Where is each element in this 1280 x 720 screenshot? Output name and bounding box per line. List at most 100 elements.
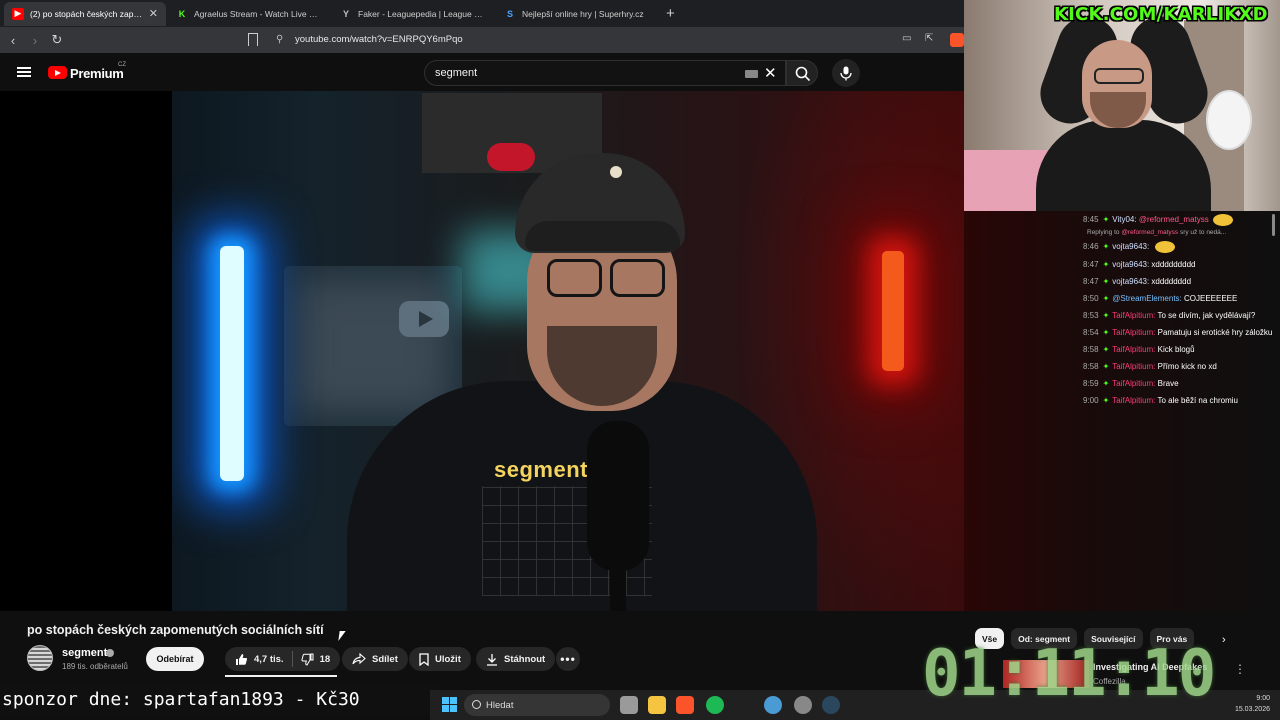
chat-text: COJEEEEEEE — [1183, 294, 1238, 303]
chat-username[interactable]: TaifAlpitium: — [1112, 362, 1157, 371]
more-actions-button[interactable]: ••• — [556, 647, 580, 671]
red-light-tube — [882, 251, 904, 371]
clock-time: 9:00 — [1256, 695, 1270, 702]
youtube-logo-text[interactable]: Premium — [70, 66, 124, 81]
download-button[interactable]: Stáhnout — [476, 647, 556, 671]
chat-reply-context: Replying to @reformed_matyss sry už to n… — [1087, 229, 1273, 236]
like-count[interactable]: 4,7 tis. — [254, 654, 284, 665]
close-icon[interactable]: ✕ — [149, 7, 158, 20]
chat-username[interactable]: TaifAlpitium: — [1112, 311, 1157, 320]
tab-superhry[interactable]: S Nejlepší online hry | Superhry.cz — [496, 2, 658, 26]
chat-username[interactable]: TaifAlpitium: — [1112, 328, 1157, 337]
forward-icon[interactable]: › — [26, 33, 44, 48]
menu-icon[interactable] — [17, 67, 31, 77]
chat-username[interactable]: vojta9643: — [1112, 242, 1151, 251]
tab-youtube[interactable]: ▶ (2) po stopách českých zapom ✕ — [4, 1, 166, 26]
play-button-plaque — [399, 301, 449, 337]
verified-icon — [106, 649, 114, 657]
clock-date: 15.03.2026 — [1234, 706, 1270, 713]
chat-text: xdddddddd — [1151, 277, 1192, 286]
search-box[interactable]: segment ✕ — [424, 60, 786, 86]
channel-avatar[interactable] — [27, 645, 53, 671]
cast-icon[interactable]: ▭ — [902, 33, 911, 44]
chat-badge-icon: ✦ — [1102, 242, 1110, 252]
share-label: Sdílet — [372, 653, 398, 665]
taskbar-search[interactable]: Hledat — [464, 694, 610, 716]
keyboard-icon[interactable] — [745, 70, 758, 78]
search-input[interactable]: segment — [435, 67, 477, 79]
chat-message: 8:47 ✦ vojta9643: xdddddddd — [1083, 276, 1273, 287]
chat-timestamp: 8:47 — [1083, 277, 1099, 286]
thumbs-up-icon[interactable] — [235, 653, 248, 666]
bookmark-icon[interactable] — [248, 33, 258, 46]
chat-text: xddddddddd — [1151, 260, 1196, 269]
chat-username[interactable]: @StreamElements: — [1112, 294, 1184, 303]
microphone-icon — [840, 66, 852, 81]
chat-badge-icon: ✦ — [1102, 379, 1110, 388]
superhry-icon: S — [506, 8, 513, 19]
chat-scrollbar[interactable] — [1272, 214, 1275, 236]
video-title: po stopách českých zapomenutých sociální… — [27, 623, 324, 637]
browser-tab-strip: ▶ (2) po stopách českých zapom ✕ K Agrae… — [0, 0, 964, 27]
channel-name[interactable]: segment — [62, 647, 107, 659]
chat-text: @reformed_matyss — [1138, 215, 1209, 225]
chat-text: Kick blogů — [1157, 345, 1195, 354]
url-field[interactable]: youtube.com/watch?v=ENRPQY6mPqo — [295, 34, 463, 45]
shirt-text: segment — [494, 457, 588, 482]
subscribe-button[interactable]: Odebírat — [146, 647, 204, 671]
chat-badge-icon: ✦ — [1102, 311, 1110, 320]
clock[interactable]: 9:00 15.03.2026 — [1235, 693, 1270, 715]
new-tab-button[interactable]: + — [666, 5, 675, 22]
microphone-stand — [610, 561, 626, 611]
chat-username[interactable]: TaifAlpitium: — [1112, 379, 1157, 388]
chat-timestamp: 8:50 — [1083, 294, 1099, 303]
file-explorer-icon[interactable] — [648, 696, 666, 714]
chat-timestamp: 8:58 — [1083, 345, 1099, 354]
studio-microphone — [587, 421, 649, 571]
save-button[interactable]: Uložit — [409, 647, 471, 671]
chat-text: Brave — [1157, 379, 1179, 388]
reload-icon[interactable]: ↻ — [48, 32, 66, 48]
divider — [291, 651, 293, 667]
tab-leaguepedia[interactable]: Y Faker - Leaguepedia | League of Leg — [332, 2, 494, 26]
dislike-count[interactable]: 18 — [320, 654, 331, 665]
like-dislike-group: 4,7 tis. 18 — [225, 647, 341, 671]
search-button[interactable] — [786, 60, 818, 86]
thumbs-down-icon[interactable] — [301, 653, 314, 666]
site-settings-icon[interactable]: ⚲ — [276, 34, 283, 45]
blue-light-tube — [220, 246, 244, 481]
task-view-icon[interactable] — [620, 696, 638, 714]
chat-username[interactable]: vojta9643: — [1112, 277, 1151, 286]
search-icon — [795, 66, 811, 82]
video-frame: segment — [172, 91, 964, 611]
youtube-logo-icon[interactable] — [48, 66, 67, 79]
chat-username[interactable]: Vity04: — [1112, 215, 1139, 224]
more-vertical-icon[interactable]: ⋮ — [1234, 662, 1246, 676]
steam-icon[interactable] — [822, 696, 840, 714]
kick-chat: 8:45 ✦ Vity04: @reformed_matyss Replying to… — [1083, 214, 1273, 412]
brave-shield-icon[interactable] — [950, 33, 964, 47]
video-player[interactable]: segment — [0, 91, 964, 611]
share-icon[interactable]: ⇱ — [925, 33, 933, 44]
streamer-glasses — [1094, 68, 1144, 84]
chat-username[interactable]: vojta9643: — [1112, 260, 1151, 269]
kick-icon: K — [178, 8, 186, 19]
sponsor-ticker: sponzor dne: spartafan1893 - Kč30 — [0, 686, 440, 716]
windows-start-icon[interactable] — [442, 697, 458, 713]
desk-fan — [1206, 90, 1252, 150]
tab-kick[interactable]: K Agraelus Stream - Watch Live on Kick — [168, 2, 330, 26]
settings-icon[interactable] — [794, 696, 812, 714]
chat-text: To ale běží na chromiu — [1157, 396, 1238, 405]
region-code: CZ — [118, 62, 126, 68]
mouse-cursor — [338, 631, 346, 641]
chat-username[interactable]: TaifAlpitium: — [1112, 345, 1157, 354]
back-icon[interactable]: ‹ — [4, 33, 22, 48]
clear-search-icon[interactable]: ✕ — [764, 64, 777, 82]
spotify-icon[interactable] — [706, 696, 724, 714]
voice-search-button[interactable] — [832, 59, 860, 87]
share-button[interactable]: Sdílet — [342, 647, 408, 671]
chevron-right-icon[interactable]: › — [1222, 634, 1226, 646]
ccleaner-icon[interactable] — [764, 696, 782, 714]
brave-browser-icon[interactable] — [676, 696, 694, 714]
chat-username[interactable]: TaifAlpitium: — [1112, 396, 1157, 405]
